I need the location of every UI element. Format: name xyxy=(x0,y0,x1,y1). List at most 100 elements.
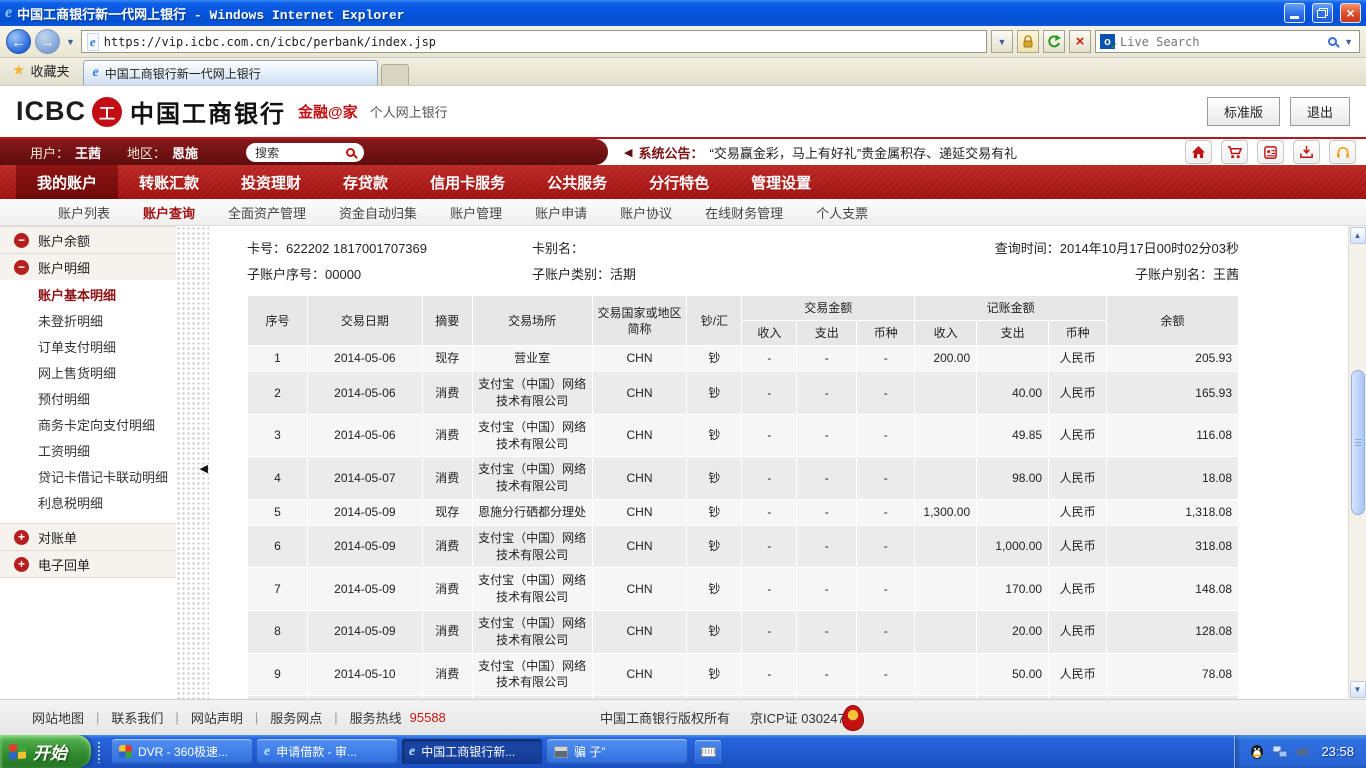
scroll-track[interactable] xyxy=(1350,245,1366,680)
expand-icon[interactable]: + xyxy=(14,557,29,572)
table-cell: 1,300.00 xyxy=(915,499,977,525)
table-cell: - xyxy=(797,653,857,696)
sub-nav-item[interactable]: 个人支票 xyxy=(816,203,868,222)
main-nav-item[interactable]: 投资理财 xyxy=(220,165,322,199)
sidebar-item[interactable]: −账户明细 xyxy=(0,253,176,280)
home-button[interactable] xyxy=(1185,140,1212,164)
sidebar-subitem[interactable]: 网上售货明细 xyxy=(0,361,176,387)
sub-nav-item[interactable]: 账户列表 xyxy=(58,203,110,222)
main-nav-item[interactable]: 我的账户 xyxy=(16,165,118,199)
sidebar-subitem[interactable]: 订单支付明细 xyxy=(0,335,176,361)
cart-button[interactable] xyxy=(1221,140,1248,164)
table-row: 72014-05-09消费支付宝（中国）网络技术有限公司CHN钞---170.0… xyxy=(248,568,1239,611)
icbc-logo-text: ICBC xyxy=(16,96,86,127)
footer-link[interactable]: 联系我们 xyxy=(111,708,163,727)
sub-nav-item[interactable]: 资金自动归集 xyxy=(339,203,417,222)
sidebar-item[interactable]: +电子回单 xyxy=(0,550,176,577)
sub-nav-item[interactable]: 账户申请 xyxy=(535,203,587,222)
footer-link[interactable]: 网站地图 xyxy=(32,708,84,727)
system-tray: 23:58 xyxy=(1234,735,1366,768)
main-nav-item[interactable]: 管理设置 xyxy=(730,165,832,199)
main-nav-item[interactable]: 分行特色 xyxy=(628,165,730,199)
back-button[interactable]: ← xyxy=(6,29,31,54)
table-cell: 营业室 xyxy=(472,346,592,372)
expand-icon[interactable]: + xyxy=(14,530,29,545)
stop-button[interactable]: × xyxy=(1069,30,1091,53)
sidebar-subitem[interactable]: 未登折明细 xyxy=(0,309,176,335)
col-header-country: 交易国家或地区简称 xyxy=(592,296,687,346)
logout-button[interactable]: 退出 xyxy=(1290,97,1350,126)
close-button[interactable]: × xyxy=(1340,3,1361,23)
url-dropdown-button[interactable]: ▼ xyxy=(991,30,1013,53)
task-button[interactable]: 骗 子” xyxy=(547,739,687,764)
sub-nav-item[interactable]: 账户协议 xyxy=(620,203,672,222)
sidebar-subitem[interactable]: 工资明细 xyxy=(0,439,176,465)
sub-nav-item[interactable]: 全面资产管理 xyxy=(228,203,306,222)
favorites-button[interactable]: ★ 收藏夹 xyxy=(8,61,83,85)
table-cell: 49.85 xyxy=(977,414,1049,457)
forward-button[interactable]: → xyxy=(35,29,60,54)
contacts-button[interactable] xyxy=(1257,140,1284,164)
task-button[interactable]: e中国工商银行新... xyxy=(402,739,542,764)
customer-service-button[interactable] xyxy=(1329,140,1356,164)
search-options-icon[interactable]: ▼ xyxy=(1342,37,1355,47)
main-nav-item[interactable]: 信用卡服务 xyxy=(409,165,526,199)
site-search-box[interactable]: 搜索 xyxy=(246,143,364,162)
task-button[interactable]: e申请借款 - 审... xyxy=(257,739,397,764)
sidebar-item[interactable]: +对账单 xyxy=(0,523,176,550)
scroll-down-icon[interactable]: ▼ xyxy=(1350,681,1366,698)
table-cell: 钞 xyxy=(687,372,742,415)
table-cell: 7 xyxy=(248,568,308,611)
minimize-button[interactable] xyxy=(1284,3,1305,23)
collapse-icon[interactable]: − xyxy=(14,233,29,248)
sidebar-subitem[interactable]: 贷记卡借记卡联动明细 xyxy=(0,465,176,491)
sub-nav-item[interactable]: 在线财务管理 xyxy=(705,203,783,222)
site-search-text: 搜索 xyxy=(255,144,279,161)
sidebar-collapse-icon[interactable]: ◀ xyxy=(200,464,208,475)
search-magnifier-icon[interactable] xyxy=(1328,37,1337,46)
scroll-thumb[interactable] xyxy=(1351,370,1365,515)
restore-button[interactable] xyxy=(1312,3,1333,23)
table-cell: - xyxy=(797,568,857,611)
volume-tray-icon[interactable] xyxy=(1295,745,1310,759)
task-button[interactable]: DVR - 360极速... xyxy=(112,739,252,764)
main-nav-item[interactable]: 公共服务 xyxy=(526,165,628,199)
history-dropdown-icon[interactable]: ▼ xyxy=(64,37,77,47)
security-lock-button[interactable] xyxy=(1017,30,1039,53)
footer-link[interactable]: 服务网点 xyxy=(270,708,322,727)
standard-version-button[interactable]: 标准版 xyxy=(1207,97,1280,126)
site-search-magnifier-icon[interactable] xyxy=(346,148,355,157)
new-tab-button[interactable] xyxy=(381,64,409,85)
page-scrollbar[interactable]: ▲ ▼ xyxy=(1348,226,1366,699)
sidebar-end-divider xyxy=(0,577,176,578)
inbox-button[interactable] xyxy=(1293,140,1320,164)
sidebar-subitem[interactable]: 商务卡定向支付明细 xyxy=(0,413,176,439)
sidebar-subitem[interactable]: 预付明细 xyxy=(0,387,176,413)
live-search-input[interactable] xyxy=(1120,35,1323,49)
table-cell: 3 xyxy=(248,414,308,457)
table-cell xyxy=(915,568,977,611)
table-cell: - xyxy=(742,457,797,500)
sub-nav-item[interactable]: 账户查询 xyxy=(143,203,195,222)
refresh-button[interactable] xyxy=(1043,30,1065,53)
qq-tray-icon[interactable] xyxy=(1249,744,1265,760)
scroll-up-icon[interactable]: ▲ xyxy=(1350,227,1366,244)
table-cell: 50.00 xyxy=(977,653,1049,696)
keyboard-layout-button[interactable] xyxy=(695,740,721,764)
subaccount-type-field: 子账户类别：活期 xyxy=(532,262,995,288)
start-button[interactable]: 开始 xyxy=(0,735,91,768)
tab-ie-icon: e xyxy=(92,66,98,80)
sidebar-item[interactable]: −账户余额 xyxy=(0,226,176,253)
footer-separator: | xyxy=(175,710,178,725)
main-nav-item[interactable]: 存贷款 xyxy=(322,165,409,199)
collapse-icon[interactable]: − xyxy=(14,260,29,275)
url-input[interactable] xyxy=(104,35,981,49)
network-tray-icon[interactable] xyxy=(1272,745,1288,759)
footer-link[interactable]: 网站声明 xyxy=(191,708,243,727)
sub-nav-item[interactable]: 账户管理 xyxy=(450,203,502,222)
browser-tab[interactable]: e 中国工商银行新一代网上银行 xyxy=(83,60,378,85)
quicklaunch-grip[interactable] xyxy=(97,741,101,763)
main-nav-item[interactable]: 转账汇款 xyxy=(118,165,220,199)
sidebar-subitem[interactable]: 账户基本明细 xyxy=(0,283,176,309)
sidebar-subitem[interactable]: 利息税明细 xyxy=(0,491,176,517)
